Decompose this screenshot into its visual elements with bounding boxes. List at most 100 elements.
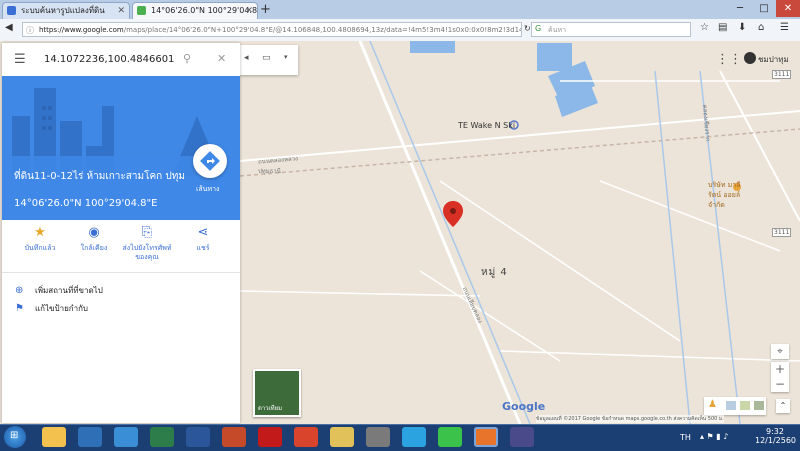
action-label: ใกล้เคียง	[80, 244, 108, 252]
add-missing-place-row[interactable]: ⊕ เพิ่มสถานที่ที่ขาดไป	[15, 284, 103, 297]
bookmark-star-icon[interactable]: ☆	[700, 22, 709, 33]
divider	[2, 272, 240, 273]
action-label: บันทึกแล้ว	[24, 244, 56, 252]
map-label-company[interactable]: บริษัท มาลีรัตน์ ออยล์ จำกัด	[708, 180, 753, 210]
library-icon[interactable]: ▤	[718, 22, 727, 33]
imagery-thumb-icon[interactable]	[754, 401, 764, 410]
map-attribution: ข้อมูลแผนที่ ©2017 Google ข้อกำหนด maps.…	[536, 415, 724, 423]
back-icon[interactable]: ◀	[5, 22, 13, 33]
row-label: เพิ่มสถานที่ที่ขาดไป	[35, 286, 103, 295]
expand-icon[interactable]: ⌃	[776, 399, 790, 413]
word-taskbar-icon[interactable]	[186, 427, 210, 447]
satellite-label: ดาวเทียม	[258, 405, 283, 412]
pegman-icon[interactable]: ♟	[708, 399, 717, 410]
water-body	[410, 41, 455, 53]
directions-button[interactable]	[193, 144, 227, 178]
road	[239, 290, 481, 297]
internet-explorer-taskbar-icon[interactable]	[114, 427, 138, 447]
windows-logo-icon: ⊞	[10, 430, 19, 441]
share-action[interactable]: ⋖ แชร์	[178, 225, 228, 253]
main-road	[358, 41, 522, 424]
app-taskbar-icon[interactable]	[510, 427, 534, 447]
row-label: แก้ไขป้ายกำกับ	[35, 304, 89, 313]
user-name[interactable]: ชมปาทุม	[758, 53, 789, 66]
browser-search-field[interactable]: ค้นหา	[531, 22, 691, 37]
road	[599, 180, 781, 252]
satellite-toggle[interactable]: ดาวเทียม	[253, 369, 301, 417]
canals	[239, 41, 800, 424]
imagery-thumb-icon[interactable]	[740, 401, 750, 410]
map-label-road: ปทุมธานี	[258, 168, 281, 175]
close-icon[interactable]: ✕	[245, 3, 253, 19]
zoom-in-icon[interactable]: +	[771, 362, 789, 377]
chevron-down-icon[interactable]: ▾	[284, 53, 288, 61]
edit-label-row[interactable]: ⚑ แก้ไขป้ายกำกับ	[15, 302, 88, 315]
url-path: /maps/place/14°06'26.0"N+100°29'04.8"E/@…	[123, 26, 521, 34]
canal	[654, 70, 691, 424]
place-title: ที่ดิน11-0-12ไร่ ห้ามเกาะสามโคก ปทุม	[14, 171, 185, 182]
send-to-phone-icon: ⎘	[141, 225, 153, 240]
url-host: https://www.google.com	[39, 26, 124, 34]
tray-icons[interactable]: ▴ ⚑ ▮ ♪	[700, 432, 728, 441]
address-bar[interactable]: https://www.google.com/maps/place/14°06'…	[22, 22, 522, 37]
download-icon[interactable]: ⬇	[738, 22, 746, 33]
firefox-taskbar-icon[interactable]	[474, 427, 498, 447]
explorer-taskbar-icon[interactable]	[42, 427, 66, 447]
search-icon[interactable]: ⚲	[183, 52, 191, 65]
new-tab-button[interactable]: +	[260, 2, 271, 17]
imagery-strip[interactable]: ♟	[704, 397, 766, 415]
maps-search-input[interactable]: 14.1072236,100.4846601	[44, 54, 174, 65]
menu-icon[interactable]: ☰	[14, 52, 26, 67]
tab-land-search[interactable]: ระบบค้นหารูปแปลงที่ดิน ✕	[2, 2, 130, 19]
send-to-phone-action[interactable]: ⎘ ส่งไปยังโทรศัพท์ของคุณ	[122, 225, 172, 262]
media-player-taskbar-icon[interactable]	[78, 427, 102, 447]
app-taskbar-icon[interactable]	[294, 427, 318, 447]
tab-title: 14°06'26.0"N 100°29'04.8"E	[151, 6, 258, 15]
water-body	[537, 43, 572, 71]
save-action[interactable]: ★ บันทึกแล้ว	[15, 225, 65, 253]
keyboard-icon[interactable]: ▭	[262, 53, 271, 63]
line-taskbar-icon[interactable]	[438, 427, 462, 447]
close-window-icon[interactable]: ✕	[776, 0, 800, 17]
pdf-taskbar-icon[interactable]	[258, 427, 282, 447]
powerpoint-taskbar-icon[interactable]	[222, 427, 246, 447]
apps-grid-icon[interactable]: ⋮⋮	[716, 52, 742, 67]
map-label-wake[interactable]: TE Wake N Ski	[458, 121, 515, 130]
action-label: แชร์	[196, 244, 210, 252]
directions-label[interactable]: เส้นทาง	[196, 184, 219, 195]
share-icon: ⋖	[197, 225, 209, 240]
tool-taskbar-icon[interactable]	[366, 427, 390, 447]
close-icon[interactable]: ✕	[117, 3, 125, 19]
home-icon[interactable]: ⌂	[758, 22, 764, 33]
clock[interactable]: 9:32 12/1/2560	[755, 427, 797, 445]
my-location-icon[interactable]: ⌖	[771, 344, 789, 359]
info-icon[interactable]: ⓘ	[26, 25, 34, 36]
directions-icon	[200, 151, 220, 171]
avatar[interactable]	[744, 52, 756, 64]
reload-icon[interactable]: ↻	[524, 24, 531, 33]
imagery-thumb-icon[interactable]	[726, 401, 736, 410]
star-icon: ★	[34, 225, 46, 240]
zoom-out-icon[interactable]: −	[771, 377, 789, 392]
maximize-icon[interactable]: □	[752, 0, 776, 17]
nearby-action[interactable]: ◉ ใกล้เคียง	[69, 226, 119, 253]
google-logo: Google	[502, 400, 546, 413]
start-button[interactable]: ⊞	[4, 426, 26, 448]
water-bodies	[410, 41, 598, 117]
minimize-icon[interactable]: ─	[728, 0, 752, 17]
clock-date: 12/1/2560	[755, 436, 797, 445]
language-indicator[interactable]: TH	[680, 433, 691, 442]
place-coordinates: 14°06'26.0"N 100°29'04.8"E	[14, 198, 158, 209]
maps-search-box[interactable]: ☰ 14.1072236,100.4846601 ⚲ ✕	[4, 45, 236, 77]
excel-taskbar-icon[interactable]	[150, 427, 174, 447]
close-icon[interactable]: ✕	[217, 52, 226, 65]
canal	[369, 41, 531, 424]
collapse-panel-icon[interactable]: ◂	[244, 53, 249, 63]
search-placeholder: ค้นหา	[548, 26, 567, 34]
tab-maps[interactable]: 14°06'26.0"N 100°29'04.8"E ✕	[132, 2, 258, 19]
menu-icon[interactable]: ☰	[780, 22, 789, 33]
action-label: ส่งไปยังโทรศัพท์ของคุณ	[122, 244, 172, 261]
folder-taskbar-icon[interactable]	[330, 427, 354, 447]
skype-taskbar-icon[interactable]	[402, 427, 426, 447]
zoom-controls: + −	[771, 362, 789, 392]
